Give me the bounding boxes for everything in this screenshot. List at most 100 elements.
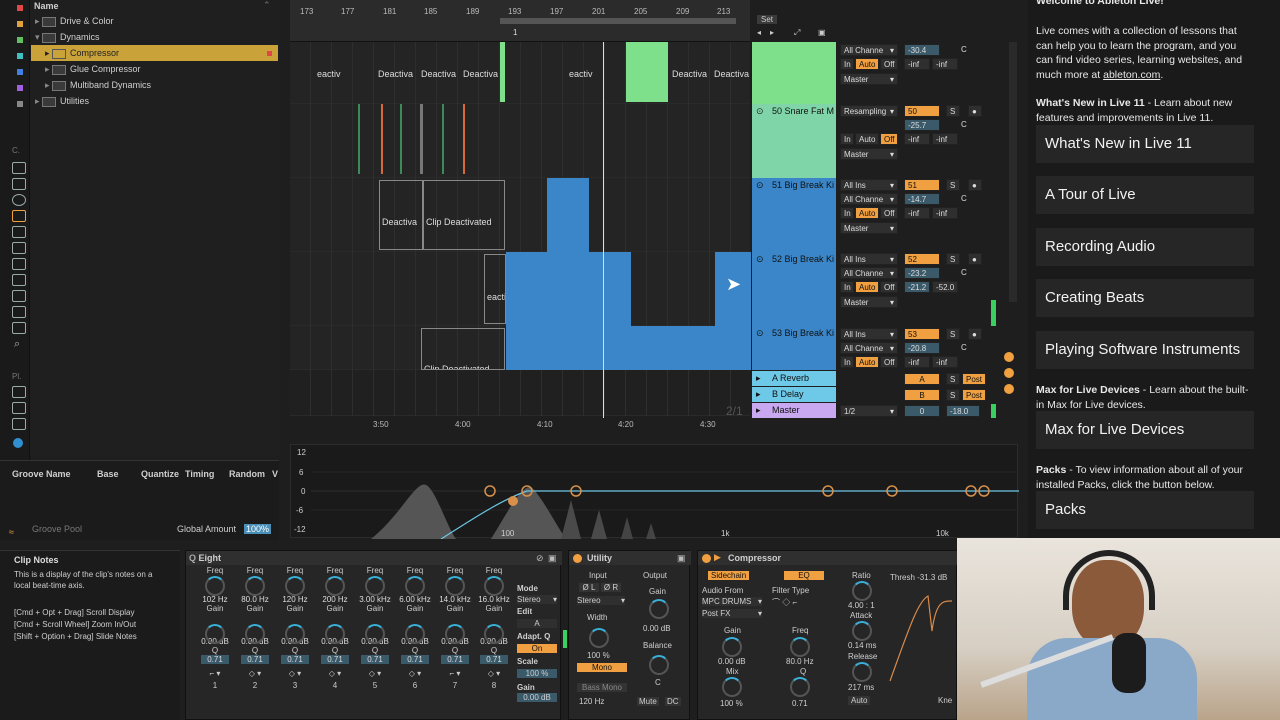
browser-collapse-icon[interactable]: ⌃ (263, 0, 271, 11)
channel-mode-select[interactable]: Stereo (577, 596, 625, 605)
return-a-letter[interactable]: A (904, 373, 940, 385)
output-routing[interactable]: Master (840, 222, 898, 234)
send-a[interactable]: -inf (904, 356, 930, 368)
fold-icon[interactable]: ⊙ (756, 180, 764, 191)
solo-button[interactable]: S (946, 373, 960, 385)
help-view-icon[interactable] (13, 438, 23, 448)
post-fx-select[interactable]: Post FX (702, 609, 762, 618)
sounds-icon[interactable] (12, 162, 26, 174)
eq-band-4[interactable]: Freq 200 Hz Gain 0.00 dB Q 0.71 ◇ ▾ 4 (315, 566, 355, 690)
output-routing[interactable]: Master (840, 148, 898, 160)
monitor-auto[interactable]: Auto (855, 133, 879, 145)
sc-q-knob[interactable] (790, 677, 810, 697)
gain-knob[interactable] (325, 624, 345, 644)
lesson-instruments-button[interactable]: Playing Software Instruments (1036, 331, 1254, 369)
solo-button[interactable]: S (946, 253, 960, 265)
monitor-off[interactable]: Off (880, 58, 898, 70)
user-library-icon[interactable] (12, 418, 26, 430)
track-number[interactable]: 51 (904, 179, 940, 191)
edit-value[interactable]: A (517, 619, 557, 628)
gain-knob[interactable] (205, 624, 225, 644)
deactivated-clip[interactable]: Clip Deactivated (421, 328, 505, 370)
input-channel-select[interactable]: All Channe (840, 267, 898, 279)
input-type-select[interactable]: Resampling (840, 105, 898, 117)
lesson-beats-button[interactable]: Creating Beats (1036, 279, 1254, 317)
freq-knob[interactable] (325, 576, 345, 596)
color-tag-purple[interactable] (17, 85, 23, 91)
active-clip[interactable] (506, 252, 631, 326)
freq-knob[interactable] (285, 576, 305, 596)
browser-item-glue-compressor[interactable]: ▸ Glue Compressor (31, 61, 309, 77)
gain-knob[interactable] (245, 624, 265, 644)
audio-effects-icon[interactable] (12, 210, 26, 222)
active-clip[interactable] (500, 42, 505, 102)
color-tag-red[interactable] (17, 5, 23, 11)
input-type-select[interactable]: All Ins (840, 253, 898, 265)
eq-band-1[interactable]: Freq 102 Hz Gain 0.00 dB Q 0.71 ⌐ ▾ 1 (195, 566, 235, 690)
release-knob[interactable] (852, 662, 872, 682)
send-b[interactable]: -inf (932, 58, 958, 70)
band-number[interactable]: 6 (395, 681, 435, 690)
deactivated-clip[interactable]: Deactiva (419, 66, 461, 80)
monitor-off[interactable]: Off (880, 207, 898, 219)
adapt-q-toggle[interactable]: On (517, 644, 557, 653)
bass-mono-toggle[interactable]: Bass Mono (577, 683, 627, 692)
input-channel-select[interactable]: All Channe (840, 342, 898, 354)
band-filter-select[interactable]: ⌐ ▾ (435, 669, 475, 678)
send-a[interactable]: -inf (904, 58, 930, 70)
deactivated-clip[interactable]: Clip Deactivated (423, 180, 505, 250)
band-number[interactable]: 2 (235, 681, 275, 690)
band-filter-select[interactable]: ◇ ▾ (235, 669, 275, 678)
scale-value[interactable]: 100 % (517, 669, 557, 678)
band-filter-select[interactable]: ◇ ▾ (474, 669, 514, 678)
deactivated-clip[interactable]: Deactiva (712, 66, 754, 80)
solo-button[interactable]: S (946, 328, 960, 340)
band-number[interactable]: 7 (435, 681, 475, 690)
returns-toggle-icon[interactable] (1004, 384, 1014, 394)
mono-toggle[interactable]: Mono (577, 663, 627, 672)
freq-knob[interactable] (484, 576, 504, 596)
input-channel-select[interactable]: All Channe (840, 193, 898, 205)
active-clip[interactable] (547, 178, 589, 252)
band-number[interactable]: 5 (355, 681, 395, 690)
attack-knob[interactable] (852, 621, 872, 641)
device-title-bar[interactable] (186, 551, 562, 565)
gain-knob[interactable] (649, 599, 669, 619)
audio-from-select[interactable]: MPC DRUMS (702, 597, 762, 606)
monitor-auto[interactable]: Auto (855, 356, 879, 368)
color-tag-gray[interactable] (17, 101, 23, 107)
send-a[interactable]: -21.2 (904, 281, 930, 293)
arm-button[interactable]: ● (968, 179, 982, 191)
monitor-in[interactable]: In (840, 207, 854, 219)
arm-button[interactable]: ● (968, 328, 982, 340)
freq-knob[interactable] (405, 576, 425, 596)
band-number[interactable]: 3 (275, 681, 315, 690)
browser-item-multiband-dynamics[interactable]: ▸ Multiband Dynamics (31, 77, 309, 93)
pan-value[interactable]: C (958, 342, 974, 354)
eq-band-7[interactable]: Freq 14.0 kHz Gain 0.00 dB Q 0.71 ⌐ ▾ 7 (435, 566, 475, 690)
deactivated-clip[interactable]: Deactiva (379, 180, 423, 250)
fold-icon[interactable]: ⊙ (756, 106, 764, 117)
eq-display[interactable]: 12 6 0 -6 -12 100 1k 10k (290, 444, 1019, 540)
sc-gain-knob[interactable] (722, 637, 742, 657)
active-clip[interactable] (506, 326, 751, 370)
volume-value[interactable]: -20.8 (904, 342, 940, 354)
clips-icon[interactable] (12, 274, 26, 286)
instruments-icon[interactable] (12, 194, 26, 206)
track-number[interactable]: 50 (904, 105, 940, 117)
gain-knob[interactable] (484, 624, 504, 644)
pan-value[interactable]: C (958, 193, 974, 205)
device-close-icon[interactable]: ▣ (548, 553, 557, 564)
mute-button[interactable]: Mute (637, 697, 659, 706)
grooves-icon[interactable] (12, 306, 26, 318)
solo-button[interactable]: S (946, 389, 960, 401)
arm-button[interactable]: ● (968, 105, 982, 117)
freq-knob[interactable] (205, 576, 225, 596)
packs-button[interactable]: Packs (1036, 491, 1254, 529)
deactivated-clip[interactable]: Deactiva (376, 66, 418, 80)
return-a-header[interactable]: ▸ A Reverb (752, 371, 836, 386)
master-header[interactable]: ▸ Master (752, 403, 836, 418)
lock-icon[interactable]: ▣ (818, 28, 826, 37)
sends-toggle-icon[interactable] (1004, 368, 1014, 378)
freq-knob[interactable] (445, 576, 465, 596)
